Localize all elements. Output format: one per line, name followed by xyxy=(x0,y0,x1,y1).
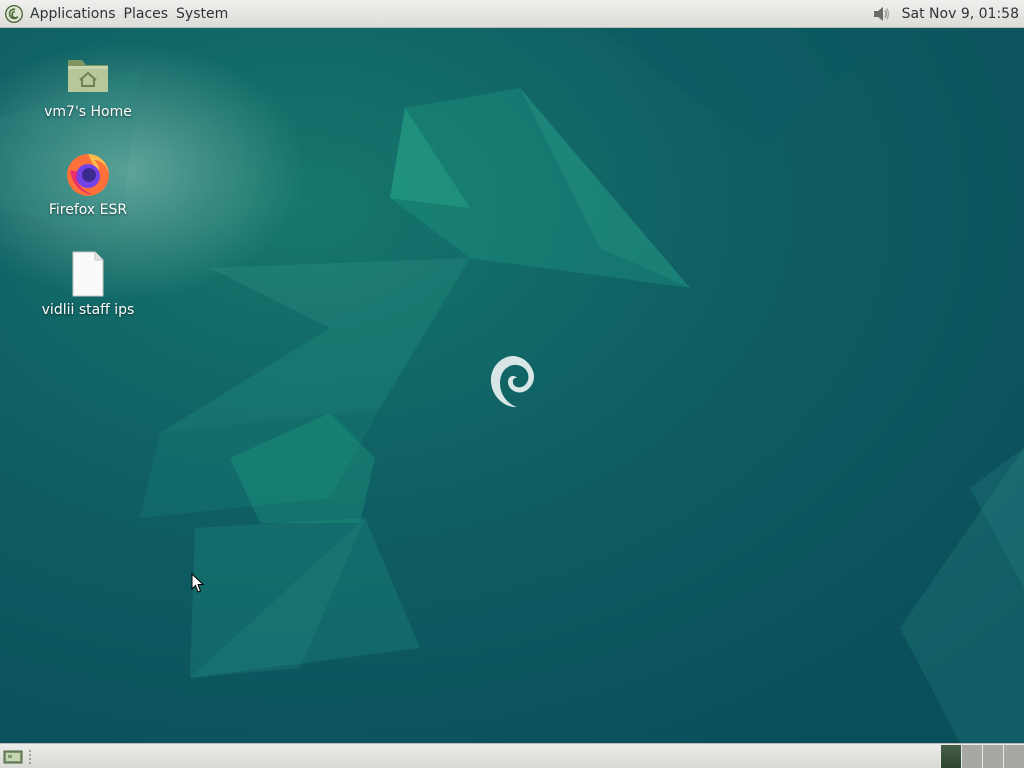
workspace-switcher xyxy=(940,744,1024,768)
workspace-2[interactable] xyxy=(961,744,982,768)
mouse-pointer-icon xyxy=(191,572,205,595)
workspace-3[interactable] xyxy=(982,744,1003,768)
places-menu[interactable]: Places xyxy=(120,0,173,27)
workspace-4[interactable] xyxy=(1003,744,1024,768)
workspace-1[interactable] xyxy=(940,744,961,768)
firefox-icon xyxy=(64,150,112,198)
system-menu[interactable]: System xyxy=(172,0,232,27)
home-folder-icon xyxy=(64,52,112,100)
show-desktop-icon[interactable] xyxy=(2,748,24,766)
screen: Applications Places System Sat Nov 9, 01… xyxy=(0,0,1024,768)
debian-logo-icon xyxy=(4,4,24,24)
desktop-icon-text-file[interactable]: vidlii staff ips xyxy=(38,250,138,318)
speaker-icon[interactable] xyxy=(870,3,892,25)
desktop-icon-firefox-label: Firefox ESR xyxy=(48,202,128,218)
desktop-icon-home[interactable]: vm7's Home xyxy=(38,52,138,120)
desktop[interactable]: vm7's Home Firefox ESR vidlii staff ips xyxy=(0,28,1024,743)
desktop-icon-home-label: vm7's Home xyxy=(44,104,132,120)
applications-menu-label: Applications xyxy=(30,5,116,22)
desktop-icon-firefox[interactable]: Firefox ESR xyxy=(38,150,138,218)
panel-handle[interactable] xyxy=(28,748,33,765)
bottom-panel xyxy=(0,743,1024,768)
panel-right-area: Sat Nov 9, 01:58 xyxy=(870,0,1024,27)
places-menu-label: Places xyxy=(123,5,169,22)
applications-menu[interactable]: Applications xyxy=(0,0,120,27)
text-file-icon xyxy=(64,250,112,298)
desktop-icon-text-file-label: vidlii staff ips xyxy=(41,302,135,318)
top-panel: Applications Places System Sat Nov 9, 01… xyxy=(0,0,1024,28)
system-menu-label: System xyxy=(176,5,229,22)
debian-swirl-icon xyxy=(486,352,540,412)
clock[interactable]: Sat Nov 9, 01:58 xyxy=(900,6,1024,22)
